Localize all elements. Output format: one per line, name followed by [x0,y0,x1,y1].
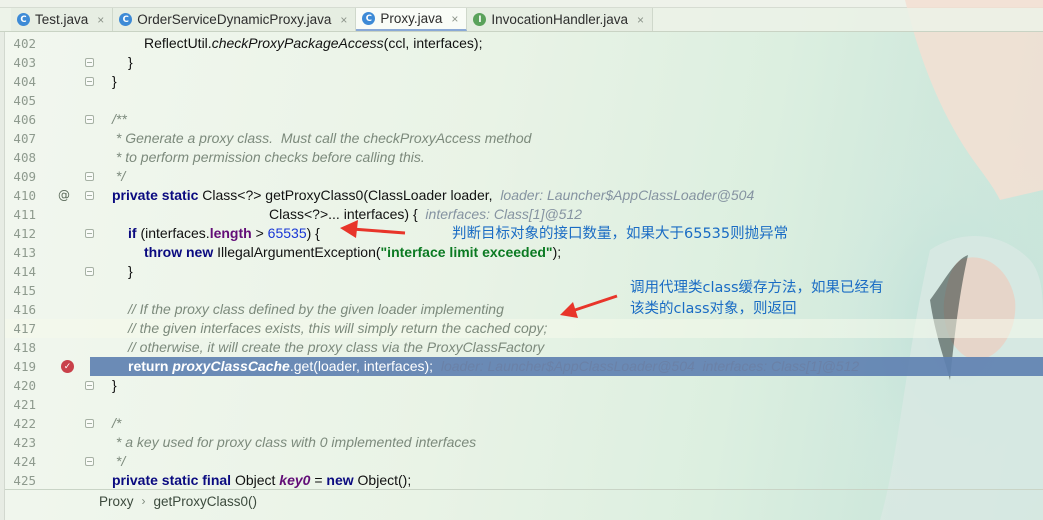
breadcrumb-separator: › [141,494,146,508]
breadcrumb: Proxy › getProxyClass0() [99,490,257,512]
arrow-icon [340,220,406,238]
breadcrumb-method[interactable]: getProxyClass0() [154,494,258,509]
breadcrumb-class[interactable]: Proxy [99,494,134,509]
annotation-arrows [340,220,618,318]
arrow-icon [560,294,618,318]
